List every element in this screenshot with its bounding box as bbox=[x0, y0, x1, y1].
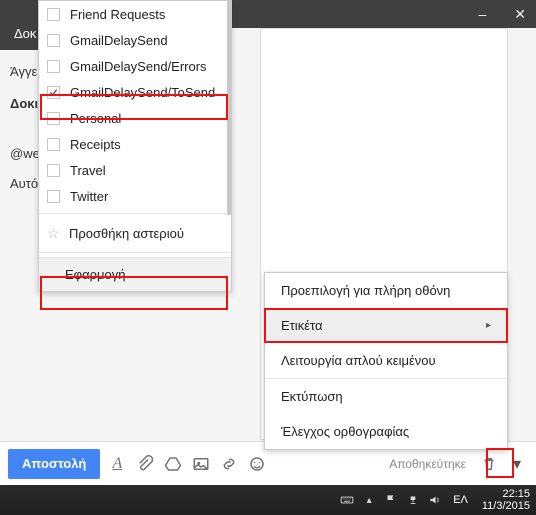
label-text: Personal bbox=[70, 111, 121, 126]
checkbox-icon bbox=[47, 86, 60, 99]
separator bbox=[39, 213, 231, 214]
apply-label: Εφαρμογή bbox=[65, 267, 125, 282]
menu-label: Προεπιλογή για πλήρη οθόνη bbox=[281, 283, 450, 298]
network-icon[interactable] bbox=[405, 492, 421, 508]
menu-label: Ετικέτα bbox=[281, 318, 322, 333]
label-item[interactable]: Twitter bbox=[39, 183, 231, 209]
clock-date: 11/3/2015 bbox=[482, 500, 530, 512]
menu-spellcheck[interactable]: Έλεγχος ορθογραφίας bbox=[265, 414, 507, 449]
label-item[interactable]: Travel bbox=[39, 157, 231, 183]
apply-button[interactable]: Εφαρμογή bbox=[39, 257, 231, 291]
add-star-item[interactable]: ☆ Προσθήκη αστεριού bbox=[39, 218, 231, 248]
send-label: Αποστολή bbox=[22, 456, 86, 471]
photo-icon[interactable] bbox=[190, 453, 212, 475]
tray-chevron-icon[interactable]: ▴ bbox=[361, 492, 377, 508]
star-icon: ☆ bbox=[47, 225, 61, 242]
checkbox-icon bbox=[47, 190, 60, 203]
volume-icon[interactable] bbox=[427, 492, 443, 508]
label-item[interactable]: GmailDelaySend/Errors bbox=[39, 53, 231, 79]
label-text: Twitter bbox=[70, 189, 108, 204]
checkbox-icon bbox=[47, 164, 60, 177]
label-item[interactable]: GmailDelaySend/ToSend bbox=[39, 79, 231, 105]
taskbar-clock[interactable]: 22:15 11/3/2015 bbox=[478, 488, 530, 512]
menu-label: Λειτουργία απλού κειμένου bbox=[281, 353, 436, 368]
label-item[interactable]: Personal bbox=[39, 105, 231, 131]
keyboard-icon[interactable] bbox=[339, 492, 355, 508]
more-options-menu: Προεπιλογή για πλήρη οθόνη Ετικέτα ▸ Λει… bbox=[264, 272, 508, 450]
language-indicator[interactable]: ΕΛ bbox=[449, 494, 472, 506]
close-icon[interactable]: ✕ bbox=[514, 6, 526, 23]
checkbox-icon bbox=[47, 60, 60, 73]
label-submenu: Phone Confirmations Friend Requests GmailD… bbox=[38, 0, 232, 292]
label-text: GmailDelaySend bbox=[70, 33, 168, 48]
link-icon[interactable] bbox=[218, 453, 240, 475]
bg-text: Άγγε bbox=[10, 64, 37, 79]
checkbox-icon bbox=[47, 138, 60, 151]
formatting-icon[interactable]: A bbox=[106, 453, 128, 475]
menu-plaintext[interactable]: Λειτουργία απλού κειμένου bbox=[265, 343, 507, 378]
menu-label: Έλεγχος ορθογραφίας bbox=[281, 424, 409, 439]
bg-text: Αυτό bbox=[10, 176, 38, 191]
add-star-label: Προσθήκη αστεριού bbox=[69, 226, 184, 241]
checkbox-icon bbox=[47, 112, 60, 125]
label-text: Phone Confirmations bbox=[70, 0, 191, 1]
label-item[interactable]: GmailDelaySend bbox=[39, 27, 231, 53]
compose-tab-label: Δοκ bbox=[14, 26, 36, 41]
saved-status: Αποθηκεύτηκε bbox=[389, 457, 466, 471]
scrollbar[interactable] bbox=[227, 1, 231, 215]
emoji-icon[interactable] bbox=[246, 453, 268, 475]
menu-label-item[interactable]: Ετικέτα ▸ bbox=[265, 308, 507, 343]
label-text: Receipts bbox=[70, 137, 121, 152]
separator bbox=[39, 252, 231, 253]
windows-taskbar: ▴ ΕΛ 22:15 11/3/2015 bbox=[0, 485, 536, 515]
flag-icon[interactable] bbox=[383, 492, 399, 508]
menu-label: Εκτύπωση bbox=[281, 389, 343, 404]
bg-text: @we bbox=[10, 146, 40, 161]
checkbox-icon bbox=[47, 8, 60, 21]
label-text: Travel bbox=[70, 163, 106, 178]
send-button[interactable]: Αποστολή bbox=[8, 449, 100, 479]
drive-icon[interactable] bbox=[162, 453, 184, 475]
label-text: GmailDelaySend/ToSend bbox=[70, 85, 215, 100]
submenu-arrow-icon: ▸ bbox=[486, 320, 491, 331]
label-text: Friend Requests bbox=[70, 7, 165, 22]
trash-icon[interactable] bbox=[478, 453, 500, 475]
checkbox-icon bbox=[47, 34, 60, 47]
label-item[interactable]: Receipts bbox=[39, 131, 231, 157]
label-text: GmailDelaySend/Errors bbox=[70, 59, 207, 74]
clock-time: 22:15 bbox=[502, 488, 530, 500]
more-options-button[interactable]: ▾ bbox=[506, 451, 528, 477]
menu-fullscreen[interactable]: Προεπιλογή για πλήρη οθόνη bbox=[265, 273, 507, 308]
label-item[interactable]: Friend Requests bbox=[39, 1, 231, 27]
menu-print[interactable]: Εκτύπωση bbox=[265, 379, 507, 414]
minimize-icon[interactable]: – bbox=[478, 6, 486, 22]
attach-icon[interactable] bbox=[134, 453, 156, 475]
bg-text: Δοκι bbox=[10, 96, 38, 111]
